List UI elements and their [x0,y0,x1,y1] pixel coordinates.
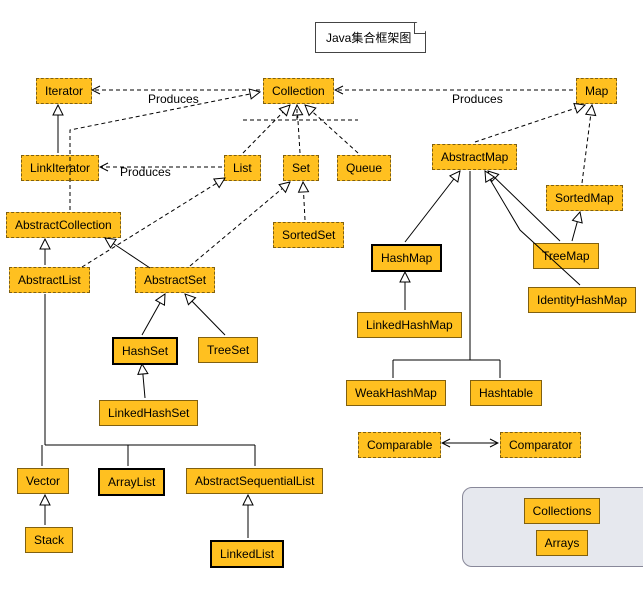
node-hashset: HashSet [112,337,178,365]
node-abstractmap: AbstractMap [432,144,517,170]
node-weakhashmap: WeakHashMap [346,380,446,406]
legend-arrays: Arrays [536,530,589,556]
node-linkedhashset: LinkedHashSet [99,400,198,426]
legend-collections: Collections [524,498,601,524]
node-comparable: Comparable [358,432,441,458]
node-comparator: Comparator [500,432,581,458]
node-abstractsequentiallist: AbstractSequentialList [186,468,323,494]
node-sortedset: SortedSet [273,222,344,248]
node-linkedlist: LinkedList [210,540,284,568]
edge-label-produces-1: Produces [148,92,199,106]
node-abstractset: AbstractSet [135,267,215,293]
node-sortedmap: SortedMap [546,185,623,211]
node-queue: Queue [337,155,391,181]
node-treemap: TreeMap [533,243,599,269]
node-treeset: TreeSet [198,337,258,363]
node-linkedhashmap: LinkedHashMap [357,312,462,338]
node-iterator: Iterator [36,78,92,104]
node-map: Map [576,78,617,104]
node-vector: Vector [17,468,69,494]
node-linkiterator: LinkIterator [21,155,99,181]
node-list: List [224,155,261,181]
node-abstractlist: AbstractList [9,267,90,293]
node-hashmap: HashMap [371,244,442,272]
node-arraylist: ArrayList [98,468,165,496]
edge-label-produces-2: Produces [452,92,503,106]
edge-label-produces-3: Produces [120,165,171,179]
node-abstractcollection: AbstractCollection [6,212,121,238]
node-stack: Stack [25,527,73,553]
diagram-title-note: Java集合框架图 [315,22,426,53]
diagram-title-text: Java集合框架图 [326,31,411,45]
node-set: Set [283,155,319,181]
node-collection: Collection [263,78,334,104]
node-identityhashmap: IdentityHashMap [528,287,636,313]
legend-panel: Collections Arrays [462,487,643,567]
node-hashtable: Hashtable [470,380,542,406]
